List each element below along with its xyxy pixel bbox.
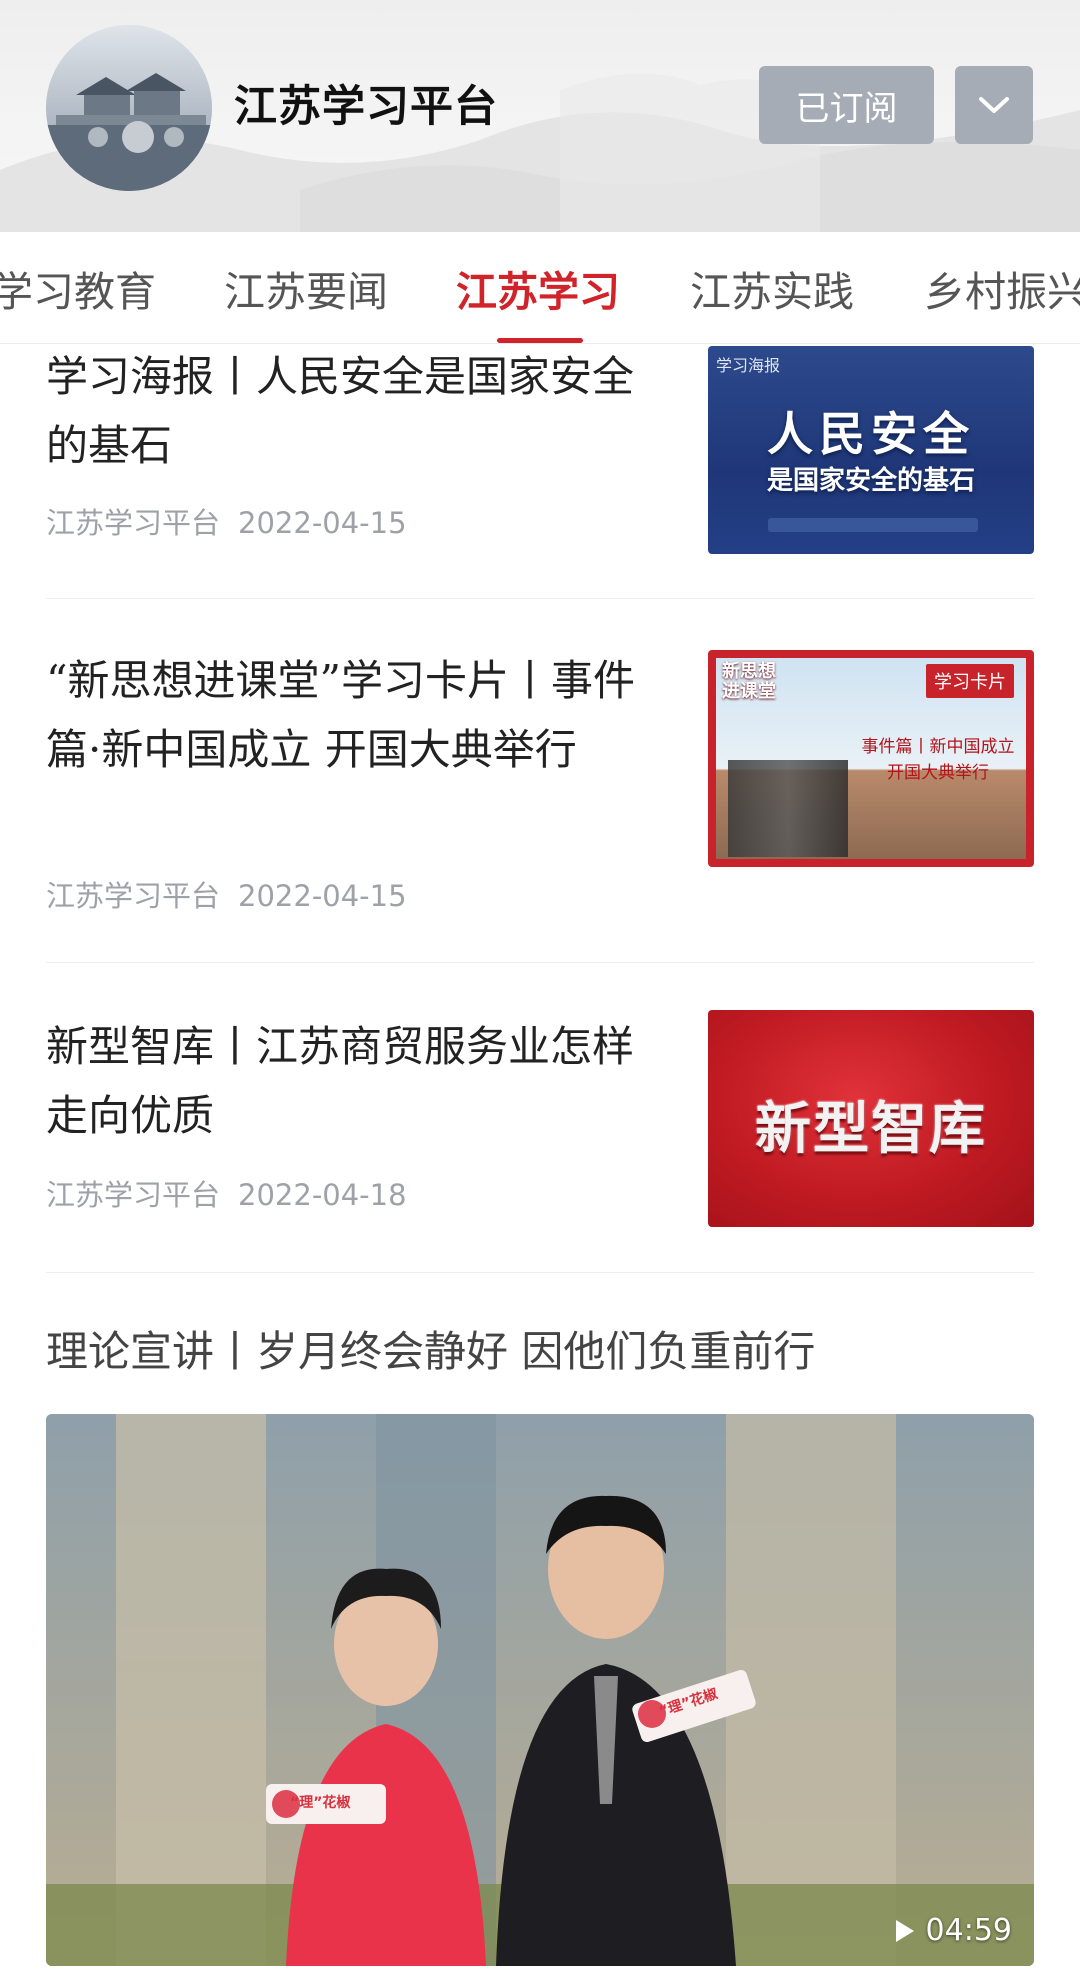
dropdown-button[interactable] bbox=[955, 66, 1033, 144]
thumbnail-tag: 学习卡片 bbox=[926, 664, 1014, 698]
tab-jiangsu-learning[interactable]: 江苏学习 bbox=[456, 258, 620, 318]
video-title[interactable]: 理论宣讲丨岁月终会静好 因他们负重前行 bbox=[46, 1318, 815, 1379]
thumbnail-subheadline: 是国家安全的基石 bbox=[766, 466, 975, 496]
thumbnail-headline: 人民安全 bbox=[767, 407, 975, 461]
category-tabs: 学习教育 江苏要闻 江苏学习 江苏实践 乡村振兴 bbox=[0, 232, 1080, 344]
video-player[interactable]: “理”花椒 “理”花椒 04:59 bbox=[46, 1414, 1034, 1966]
thumbnail-corner-label: 学习海报 bbox=[716, 356, 781, 375]
channel-avatar[interactable] bbox=[46, 25, 212, 191]
thumbnail-figures bbox=[728, 760, 848, 857]
article-meta: 江苏学习平台 2022-04-18 bbox=[46, 1172, 407, 1214]
tab-learning-education[interactable]: 学习教育 bbox=[0, 258, 156, 318]
subscribed-button[interactable]: 已订阅 bbox=[759, 66, 934, 144]
article-thumbnail[interactable]: 学习海报 人民安全 是国家安全的基石 bbox=[708, 346, 1034, 554]
video-thumbnail bbox=[46, 1414, 1034, 1966]
channel-title: 江苏学习平台 bbox=[234, 82, 498, 132]
duration-text: 04:59 bbox=[925, 1913, 1012, 1948]
article-source: 江苏学习平台 bbox=[46, 506, 221, 540]
article-thumbnail[interactable]: 新思想进课堂 学习卡片 事件篇丨新中国成立 开国大典举行 bbox=[708, 650, 1034, 867]
thumbnail-headline: 事件篇丨新中国成立 bbox=[861, 737, 1015, 757]
thumbnail-subheadline: 开国大典举行 bbox=[887, 763, 989, 783]
video-badge-left: “理”花椒 bbox=[290, 1795, 351, 1811]
divider bbox=[46, 598, 1034, 599]
article-date: 2022-04-15 bbox=[238, 506, 407, 540]
article-title[interactable]: 学习海报丨人民安全是国家安全的基石 bbox=[46, 342, 666, 480]
play-icon bbox=[895, 1919, 914, 1942]
article-thumbnail[interactable]: 新型智库 bbox=[708, 1010, 1034, 1227]
thumbnail-logos bbox=[768, 518, 978, 532]
tab-jiangsu-practice[interactable]: 江苏实践 bbox=[690, 258, 854, 318]
article-meta: 江苏学习平台 2022-04-15 bbox=[46, 500, 407, 542]
divider bbox=[46, 1272, 1034, 1273]
article-title[interactable]: 新型智库丨江苏商贸服务业怎样走向优质 bbox=[46, 1012, 666, 1150]
article-date: 2022-04-18 bbox=[238, 1178, 407, 1212]
chevron-down-icon bbox=[979, 97, 1009, 113]
article-source: 江苏学习平台 bbox=[46, 879, 221, 913]
channel-header: 江苏学习平台 已订阅 bbox=[0, 0, 1080, 232]
tab-rural-revitalization[interactable]: 乡村振兴 bbox=[924, 258, 1080, 318]
article-meta: 江苏学习平台 2022-04-15 bbox=[46, 873, 407, 915]
video-duration: 04:59 bbox=[894, 1913, 1012, 1948]
tab-jiangsu-news[interactable]: 江苏要闻 bbox=[224, 258, 388, 318]
article-source: 江苏学习平台 bbox=[46, 1178, 221, 1212]
divider bbox=[46, 962, 1034, 963]
thumbnail-corner-label: 新思想进课堂 bbox=[722, 661, 776, 702]
article-title[interactable]: “新思想进课堂”学习卡片丨事件篇·新中国成立 开国大典举行 bbox=[46, 646, 666, 784]
article-date: 2022-04-15 bbox=[238, 879, 407, 913]
thumbnail-headline: 新型智库 bbox=[755, 1096, 987, 1162]
